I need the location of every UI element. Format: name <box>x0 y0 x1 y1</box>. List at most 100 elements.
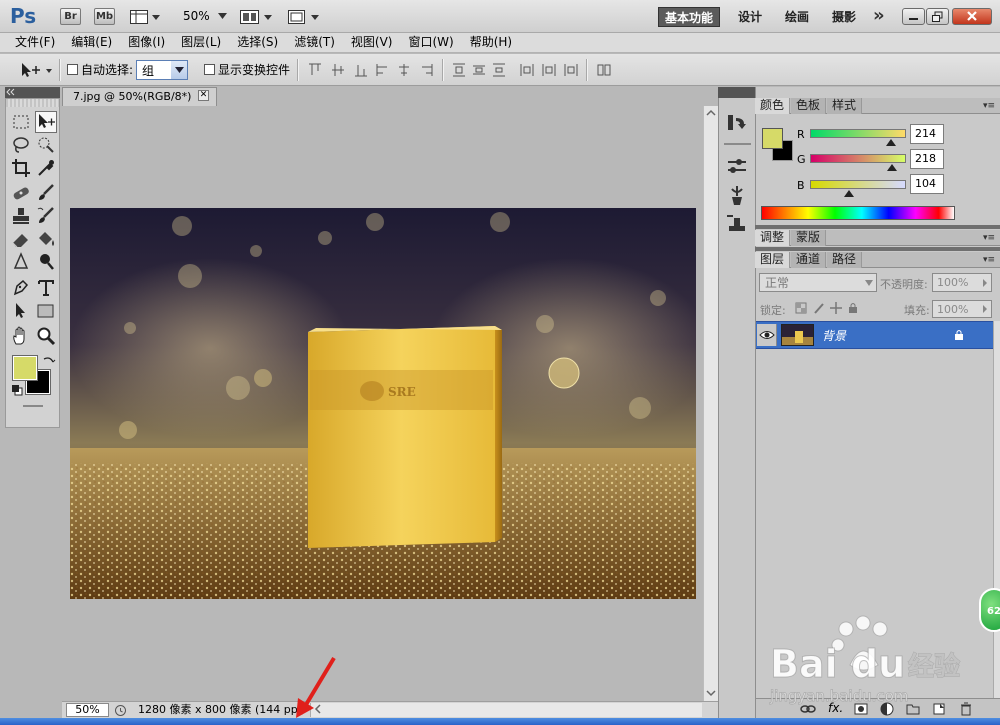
channel-g-value[interactable]: 218 <box>910 149 944 169</box>
foreground-color-swatch[interactable] <box>12 355 38 381</box>
add-mask-icon[interactable] <box>854 703 868 715</box>
channel-g-slider[interactable] <box>810 154 906 163</box>
auto-select-checkbox[interactable] <box>67 64 78 75</box>
brush-tool[interactable] <box>35 182 57 204</box>
channel-b-value[interactable]: 104 <box>910 174 944 194</box>
auto-select-dropdown[interactable]: 组 <box>136 60 188 80</box>
lock-position-icon[interactable] <box>830 302 842 314</box>
blur-tool[interactable] <box>10 251 32 273</box>
hand-tool[interactable] <box>10 325 32 347</box>
floating-badge[interactable]: 62 <box>979 588 1000 632</box>
brush-presets-button[interactable] <box>724 183 751 208</box>
lasso-tool[interactable] <box>10 134 32 156</box>
layer-visibility-toggle[interactable] <box>757 324 777 346</box>
status-info-icon[interactable] <box>114 704 127 717</box>
layer-style-button[interactable]: fx. <box>828 701 843 715</box>
workspace-design[interactable]: 设计 <box>732 7 768 27</box>
menu-edit[interactable]: 编辑(E) <box>63 33 120 52</box>
more-workspaces-button[interactable]: » <box>873 5 885 27</box>
history-brush-tool[interactable] <box>35 205 57 227</box>
rectangle-tool[interactable] <box>35 300 57 322</box>
lock-transparency-icon[interactable] <box>795 302 807 314</box>
opacity-input[interactable]: 100% <box>932 273 992 292</box>
zoom-dropdown[interactable]: 50% <box>183 9 227 23</box>
channel-b-thumb[interactable] <box>844 190 855 197</box>
blend-mode-dropdown[interactable]: 正常 <box>759 273 877 292</box>
show-transform-checkbox[interactable] <box>204 64 215 75</box>
eyedropper-tool[interactable] <box>35 157 57 179</box>
distribute-horizontal-icons[interactable] <box>520 63 580 77</box>
link-layers-icon[interactable] <box>800 703 816 715</box>
tab-channels[interactable]: 通道 <box>791 252 827 268</box>
clone-source-button[interactable] <box>724 212 751 237</box>
tab-paths[interactable]: 路径 <box>827 252 863 268</box>
distribute-vertical-icons[interactable] <box>452 63 508 77</box>
swap-colors-icon[interactable] <box>42 354 56 368</box>
marquee-tool[interactable] <box>10 111 32 133</box>
history-panel-button[interactable] <box>724 110 751 135</box>
adjustment-layer-icon[interactable] <box>880 702 894 716</box>
horizontal-scrollbar[interactable] <box>310 703 702 717</box>
arrange-documents-button[interactable] <box>240 9 274 25</box>
color-spectrum-bar[interactable] <box>761 206 955 220</box>
channel-g-thumb[interactable] <box>887 164 898 171</box>
default-colors-icon[interactable] <box>11 384 23 396</box>
close-window-button[interactable] <box>952 8 992 25</box>
document-tab[interactable]: 7.jpg @ 50%(RGB/8*) <box>62 87 217 106</box>
image-canvas[interactable]: SRE <box>70 208 696 599</box>
layer-name[interactable]: 背景 <box>822 327 846 344</box>
document-tab-close[interactable]: ✕ <box>198 90 209 101</box>
menu-layer[interactable]: 图层(L) <box>173 33 229 52</box>
clone-stamp-tool[interactable] <box>10 205 32 227</box>
fill-input[interactable]: 100% <box>932 300 992 318</box>
paint-bucket-tool[interactable] <box>35 228 57 250</box>
color-fg-swatch[interactable] <box>762 128 783 149</box>
tab-layers[interactable]: 图层 <box>755 252 791 268</box>
workspace-essentials[interactable]: 基本功能 <box>658 7 721 27</box>
status-zoom-input[interactable]: 50% <box>66 703 109 717</box>
type-tool[interactable] <box>35 277 57 299</box>
channel-r-value[interactable]: 214 <box>910 124 944 144</box>
channel-b-slider[interactable] <box>810 180 906 189</box>
quick-mask-button[interactable] <box>23 405 43 407</box>
bridge-button[interactable]: Br <box>60 8 81 25</box>
move-tool[interactable] <box>35 111 57 133</box>
vertical-scrollbar[interactable] <box>703 106 718 702</box>
lock-all-icon[interactable] <box>847 302 859 314</box>
menu-image[interactable]: 图像(I) <box>120 33 173 52</box>
panel-menu-icon[interactable]: ▾≡ <box>983 233 995 243</box>
align-top-icons[interactable] <box>308 63 372 77</box>
tab-adjustments[interactable]: 调整 <box>755 230 791 246</box>
menu-help[interactable]: 帮助(H) <box>462 33 520 52</box>
view-extras-button[interactable] <box>130 9 162 25</box>
lock-pixels-icon[interactable] <box>813 302 825 314</box>
tab-swatches[interactable]: 色板 <box>791 98 827 114</box>
adjustments-panel-button[interactable] <box>724 154 751 179</box>
path-selection-tool[interactable] <box>10 300 32 322</box>
align-left-icons[interactable] <box>376 63 438 77</box>
mini-bridge-button[interactable]: Mb <box>94 8 115 25</box>
tab-color[interactable]: 颜色 <box>755 98 791 114</box>
tab-masks[interactable]: 蒙版 <box>791 230 827 246</box>
auto-align-icon[interactable] <box>596 63 612 77</box>
pen-tool[interactable] <box>10 277 32 299</box>
dodge-tool[interactable] <box>35 251 57 273</box>
panel-menu-icon[interactable]: ▾≡ <box>983 255 995 265</box>
trash-icon[interactable] <box>960 702 972 716</box>
new-group-icon[interactable] <box>906 703 920 715</box>
screen-mode-button[interactable] <box>287 9 321 25</box>
workspace-photography[interactable]: 摄影 <box>826 7 862 27</box>
workspace-painting[interactable]: 绘画 <box>779 7 815 27</box>
restore-button[interactable] <box>926 8 949 25</box>
new-layer-icon[interactable] <box>932 702 946 716</box>
channel-r-thumb[interactable] <box>885 139 896 146</box>
quick-selection-tool[interactable] <box>35 134 57 156</box>
menu-select[interactable]: 选择(S) <box>229 33 286 52</box>
zoom-tool[interactable] <box>35 325 57 347</box>
crop-tool[interactable] <box>10 157 32 179</box>
minimize-button[interactable] <box>902 8 925 25</box>
healing-brush-tool[interactable] <box>10 182 32 204</box>
menu-file[interactable]: 文件(F) <box>7 33 63 52</box>
eraser-tool[interactable] <box>10 228 32 250</box>
menu-view[interactable]: 视图(V) <box>343 33 401 52</box>
